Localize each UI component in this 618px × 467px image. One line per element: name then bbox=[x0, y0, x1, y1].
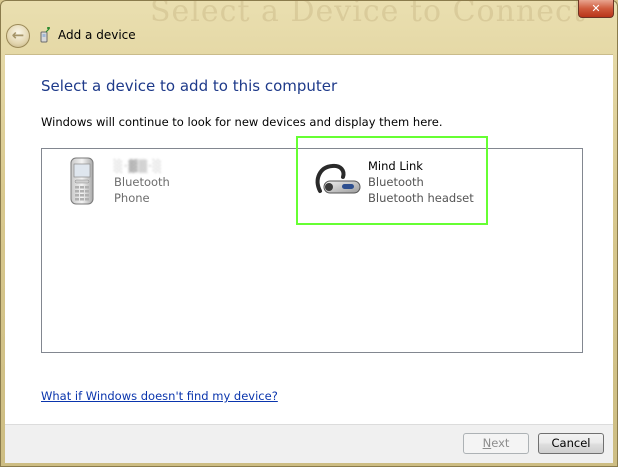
bluetooth-headset-icon bbox=[315, 163, 361, 194]
next-button[interactable]: Next bbox=[463, 433, 529, 454]
close-button[interactable]: ✕ bbox=[578, 0, 614, 18]
add-device-window: Select a Device to Connect ✕ ← Add a dev… bbox=[0, 0, 618, 467]
search-status-text: Windows will continue to look for new de… bbox=[41, 115, 443, 129]
page-heading: Select a device to add to this computer bbox=[41, 77, 338, 95]
next-access-key: N bbox=[482, 436, 492, 450]
wizard-title: Add a device bbox=[58, 28, 136, 42]
cancel-button[interactable]: Cancel bbox=[538, 433, 604, 454]
add-device-icon bbox=[40, 27, 50, 43]
device-name: ░·▓▒·░ bbox=[114, 159, 163, 173]
device-type: Bluetooth bbox=[114, 175, 170, 189]
help-link[interactable]: What if Windows doesn't find my device? bbox=[41, 389, 278, 403]
device-name: Mind Link bbox=[368, 159, 423, 173]
device-type: Bluetooth bbox=[368, 175, 424, 189]
back-arrow-icon: ← bbox=[11, 26, 25, 44]
device-category: Bluetooth headset bbox=[368, 191, 474, 205]
device-item-phone[interactable]: ░·▓▒·░ Bluetooth Phone bbox=[68, 157, 208, 207]
device-item-headset[interactable]: Mind Link Bluetooth Bluetooth headset bbox=[312, 157, 512, 209]
device-category: Phone bbox=[114, 191, 150, 205]
window-title-background: Select a Device to Connect bbox=[150, 0, 586, 29]
next-label: ext bbox=[491, 436, 510, 450]
back-button[interactable]: ← bbox=[6, 24, 30, 48]
device-list[interactable]: ░·▓▒·░ Bluetooth Phone Mind Link Bluetoo… bbox=[41, 148, 583, 353]
mobile-phone-icon bbox=[70, 157, 94, 205]
